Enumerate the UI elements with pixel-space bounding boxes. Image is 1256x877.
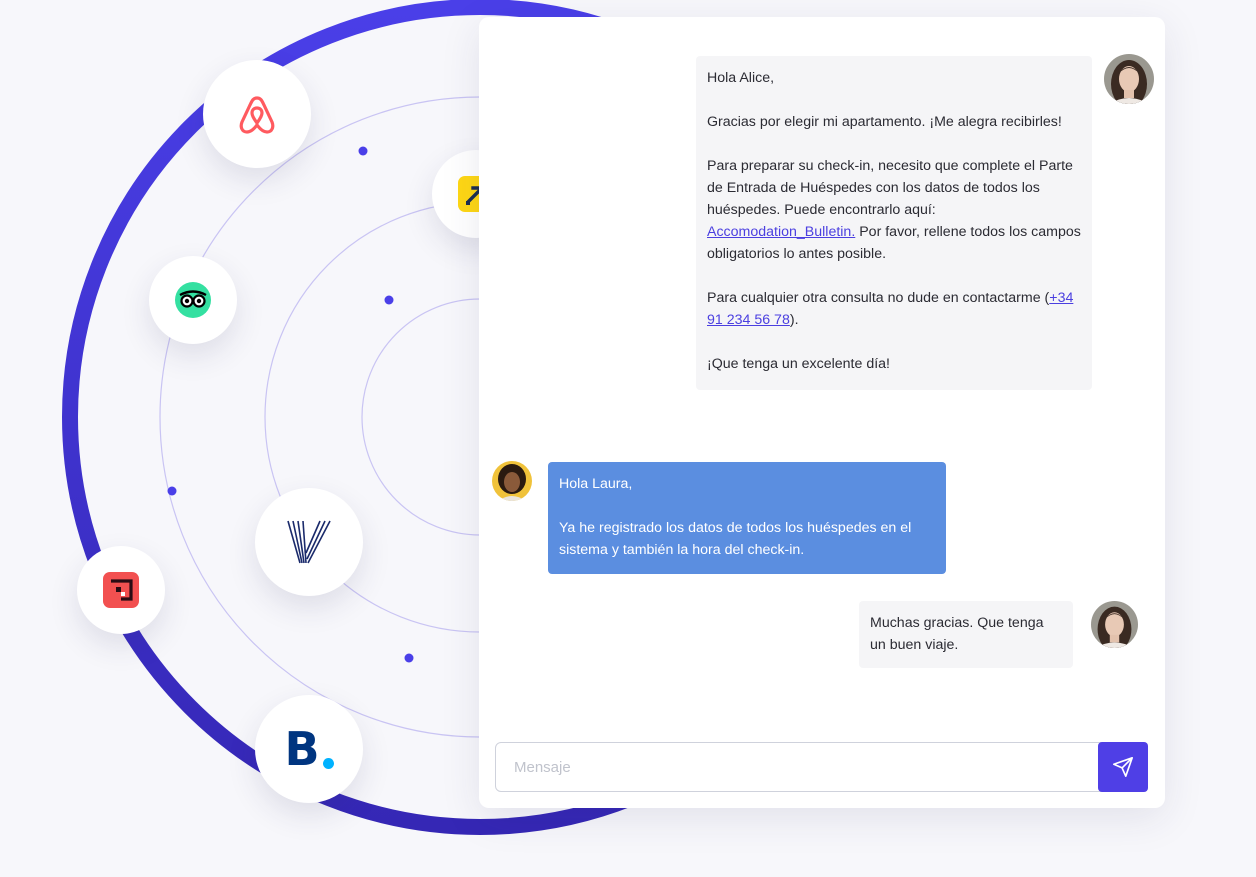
vrbo-logo (255, 488, 363, 596)
host-avatar (1104, 54, 1154, 104)
host-avatar-small (1091, 601, 1138, 648)
host-checkin-paragraph: Para preparar su check-in, necesito que … (707, 158, 1081, 262)
guest-greeting: Hola Laura, (559, 476, 633, 492)
airbnb-logo (203, 60, 311, 168)
send-button[interactable] (1098, 742, 1148, 792)
vrbo-icon (287, 520, 331, 564)
orbit-dot (384, 295, 394, 305)
accommodation-bulletin-link[interactable]: Accomodation_Bulletin. (707, 224, 855, 240)
tripadvisor-icon (175, 282, 211, 318)
orbit-dot (358, 146, 368, 156)
host-closing: ¡Que tenga un excelente día! (707, 356, 890, 372)
host-greeting: Hola Alice, (707, 70, 775, 86)
booking-icon: B (284, 722, 334, 776)
hostelworld-logo (77, 546, 165, 634)
booking-dot (322, 758, 334, 769)
send-icon (1113, 757, 1133, 777)
guest-body: Ya he registrado los datos de todos los … (559, 520, 912, 558)
host-thanks: Gracias por elegir mi apartamento. ¡Me a… (707, 114, 1062, 130)
orbit-dot (167, 486, 177, 496)
host-message: Hola Alice, Gracias por elegir mi aparta… (696, 56, 1092, 390)
tripadvisor-logo (149, 256, 237, 344)
message-input[interactable] (495, 742, 1115, 792)
host-reply-message: Muchas gracias. Que tenga un buen viaje. (859, 601, 1073, 668)
booking-logo: B (255, 695, 363, 803)
host-contact-paragraph: Para cualquier otra consulta no dude en … (707, 290, 1074, 328)
guest-avatar (492, 461, 532, 501)
hostelworld-icon (103, 572, 139, 608)
booking-letter: B (284, 722, 320, 776)
orbit-dot (404, 653, 414, 663)
guest-message: Hola Laura, Ya he registrado los datos d… (548, 462, 946, 574)
airbnb-icon (239, 96, 275, 134)
chat-window: Hola Alice, Gracias por elegir mi aparta… (479, 17, 1165, 808)
message-composer (495, 742, 1148, 792)
host-reply-body: Muchas gracias. Que tenga un buen viaje. (870, 615, 1044, 653)
